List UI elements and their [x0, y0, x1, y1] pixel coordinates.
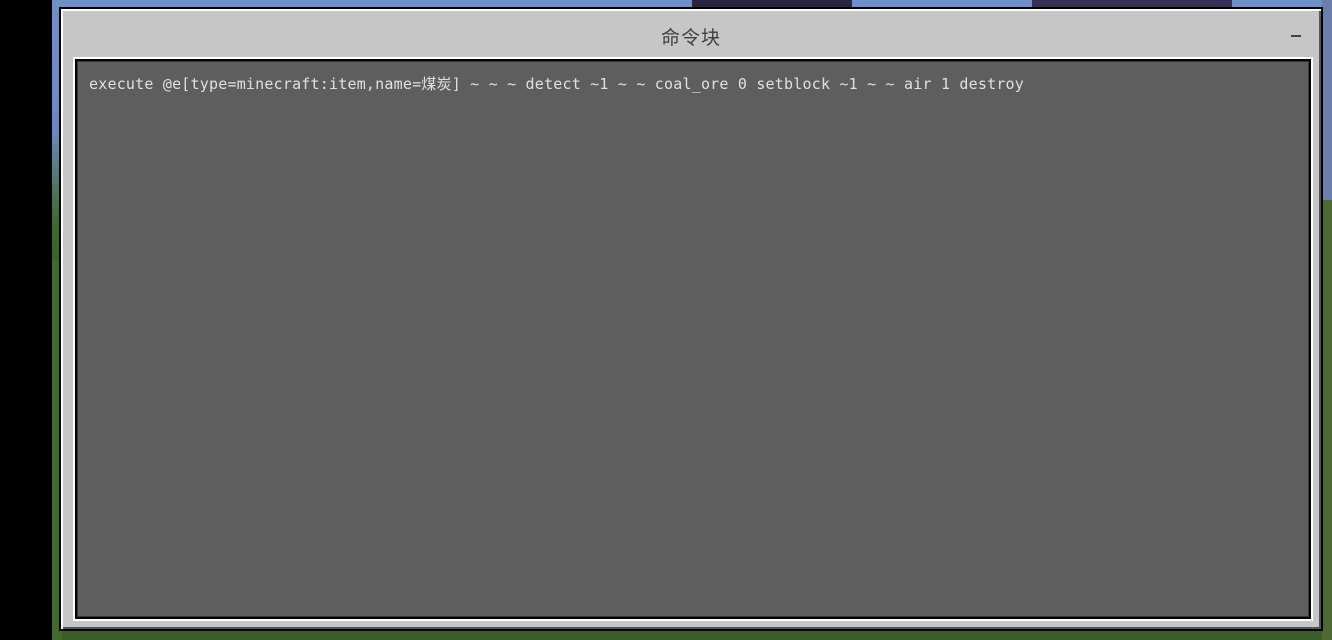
minimize-icon — [1291, 35, 1301, 37]
bg-block — [1322, 200, 1332, 640]
command-text: execute @e[type=minecraft:item,name=煤炭] … — [89, 75, 1025, 93]
command-input[interactable]: execute @e[type=minecraft:item,name=煤炭] … — [75, 59, 1311, 619]
screen-left-edge — [0, 0, 52, 640]
dialog-title: 命令块 — [660, 27, 721, 49]
command-block-dialog: 命令块 execute @e[type=minecraft:item,name=… — [59, 7, 1323, 631]
bg-block — [1322, 0, 1332, 200]
minimize-button[interactable] — [1287, 25, 1305, 43]
